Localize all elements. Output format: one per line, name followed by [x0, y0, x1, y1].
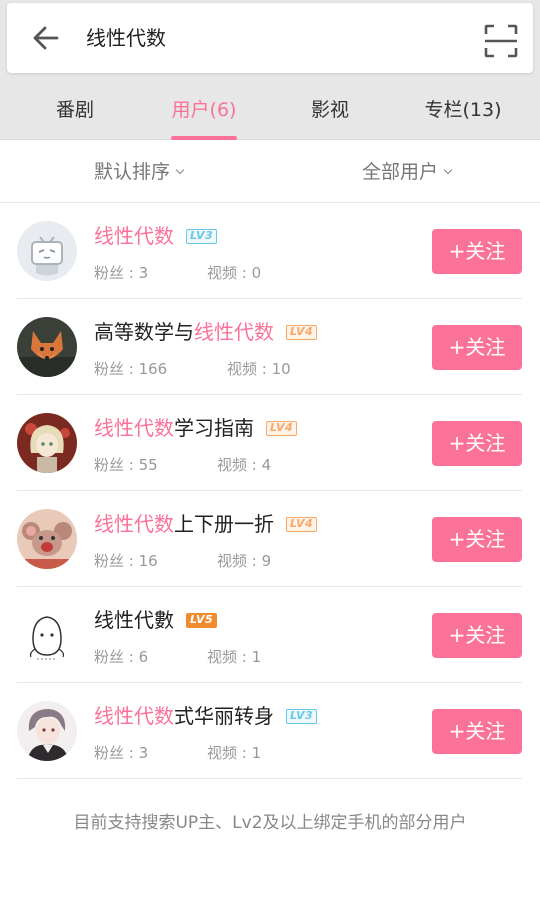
avatar[interactable] [17, 605, 77, 665]
cartoon-mouse-avatar-icon [17, 509, 77, 569]
list-item[interactable]: 线性代数 上下册一折 LV4 粉丝 : 16 视频 : 9 +关注 [17, 491, 522, 587]
name-plain: 线性代數 [94, 608, 174, 632]
fans-count: 粉丝 : 16 [94, 552, 158, 570]
scan-icon [484, 24, 518, 58]
name-rest: 上下册一折 [174, 512, 274, 536]
level-badge: LV3 [286, 708, 318, 724]
avatar[interactable] [17, 509, 77, 569]
avatar[interactable] [17, 413, 77, 473]
arrow-left-icon [33, 26, 59, 50]
user-name[interactable]: 高等数学与 线性代数 LV4 [94, 317, 318, 347]
list-item[interactable]: 高等数学与 线性代数 LV4 粉丝 : 166 视频 : 10 +关注 [17, 299, 522, 395]
video-count: 视频 : 1 [207, 744, 262, 762]
search-input[interactable]: 线性代数 [86, 23, 166, 53]
filter-bar: 默认排序 全部用户 [0, 141, 540, 203]
user-name[interactable]: 线性代数 式华丽转身 LV3 [94, 701, 318, 731]
follow-button[interactable]: +关注 [432, 613, 522, 658]
video-count: 视频 : 0 [207, 264, 262, 282]
top-bar: 线性代数 [0, 0, 540, 88]
tab-movies[interactable]: 影视 [285, 88, 375, 140]
user-type-dropdown[interactable]: 全部用户 [362, 141, 453, 203]
level-badge: LV3 [186, 228, 218, 244]
name-rest: 式华丽转身 [174, 704, 274, 728]
active-tab-indicator [171, 136, 237, 140]
follow-button[interactable]: +关注 [432, 517, 522, 562]
search-scope-note: 目前支持搜索UP主、Lv2及以上绑定手机的部分用户 [73, 813, 467, 833]
user-type-label: 全部用户 [362, 161, 439, 183]
user-name[interactable]: 线性代數 LV5 [94, 605, 218, 635]
level-badge: LV4 [286, 324, 318, 340]
user-stats: 粉丝 : 55 视频 : 4 [94, 455, 271, 475]
tab-articles[interactable]: 专栏(13) [413, 88, 513, 140]
list-item[interactable]: 线性代数 LV3 粉丝 : 3 视频 : 0 +关注 [17, 203, 522, 299]
name-highlight: 线性代数 [94, 416, 174, 440]
follow-button[interactable]: +关注 [432, 421, 522, 466]
scan-button[interactable] [483, 23, 519, 59]
sort-label: 默认排序 [94, 161, 171, 183]
video-count: 视频 : 1 [207, 648, 262, 666]
chevron-down-icon [175, 165, 185, 175]
tab-users[interactable]: 用户(6) [160, 88, 248, 140]
list-item[interactable]: 线性代数 式华丽转身 LV3 粉丝 : 3 视频 : 1 +关注 [17, 683, 522, 779]
follow-button[interactable]: +关注 [432, 325, 522, 370]
avatar[interactable] [17, 701, 77, 761]
search-box[interactable]: 线性代数 [7, 3, 533, 73]
video-count: 视频 : 10 [227, 360, 291, 378]
user-name[interactable]: 线性代数 LV3 [94, 221, 218, 251]
list-item[interactable]: 线性代數 LV5 粉丝 : 6 视频 : 1 +关注 [17, 587, 522, 683]
fans-count: 粉丝 : 3 [94, 744, 149, 762]
user-stats: 粉丝 : 16 视频 : 9 [94, 551, 271, 571]
avatar[interactable] [17, 317, 77, 377]
sort-dropdown[interactable]: 默认排序 [94, 141, 185, 203]
fans-count: 粉丝 : 3 [94, 264, 149, 282]
level-badge: LV5 [186, 612, 218, 628]
anime-girl-avatar-icon [17, 413, 77, 473]
follow-button[interactable]: +关注 [432, 709, 522, 754]
default-tv-avatar-icon [17, 221, 77, 281]
fans-count: 粉丝 : 166 [94, 360, 168, 378]
name-rest: 学习指南 [174, 416, 254, 440]
user-name[interactable]: 线性代数 学习指南 LV4 [94, 413, 298, 443]
name-highlight: 线性代数 [94, 224, 174, 248]
user-stats: 粉丝 : 6 视频 : 1 [94, 647, 261, 667]
user-stats: 粉丝 : 3 视频 : 0 [94, 263, 261, 283]
video-count: 视频 : 9 [217, 552, 272, 570]
anime-boy-avatar-icon [17, 701, 77, 761]
fox-avatar-icon [17, 317, 77, 377]
name-highlight: 线性代数 [94, 512, 174, 536]
name-highlight: 线性代数 [94, 704, 174, 728]
user-name[interactable]: 线性代数 上下册一折 LV4 [94, 509, 318, 539]
avatar[interactable] [17, 221, 77, 281]
user-stats: 粉丝 : 3 视频 : 1 [94, 743, 261, 763]
list-item[interactable]: 线性代数 学习指南 LV4 粉丝 : 55 视频 : 4 +关注 [17, 395, 522, 491]
level-badge: LV4 [266, 420, 298, 436]
back-button[interactable] [29, 21, 63, 55]
video-count: 视频 : 4 [217, 456, 272, 474]
user-stats: 粉丝 : 166 视频 : 10 [94, 359, 291, 379]
fans-count: 粉丝 : 6 [94, 648, 149, 666]
result-tabs: 番剧 用户(6) 影视 专栏(13) [0, 88, 540, 140]
potato-sketch-avatar-icon [17, 605, 77, 665]
level-badge: LV4 [286, 516, 318, 532]
tab-bangumi[interactable]: 番剧 [30, 88, 120, 140]
name-prefix: 高等数学与 [94, 320, 194, 344]
chevron-down-icon [443, 165, 453, 175]
follow-button[interactable]: +关注 [432, 229, 522, 274]
fans-count: 粉丝 : 55 [94, 456, 158, 474]
name-highlight: 线性代数 [194, 320, 274, 344]
